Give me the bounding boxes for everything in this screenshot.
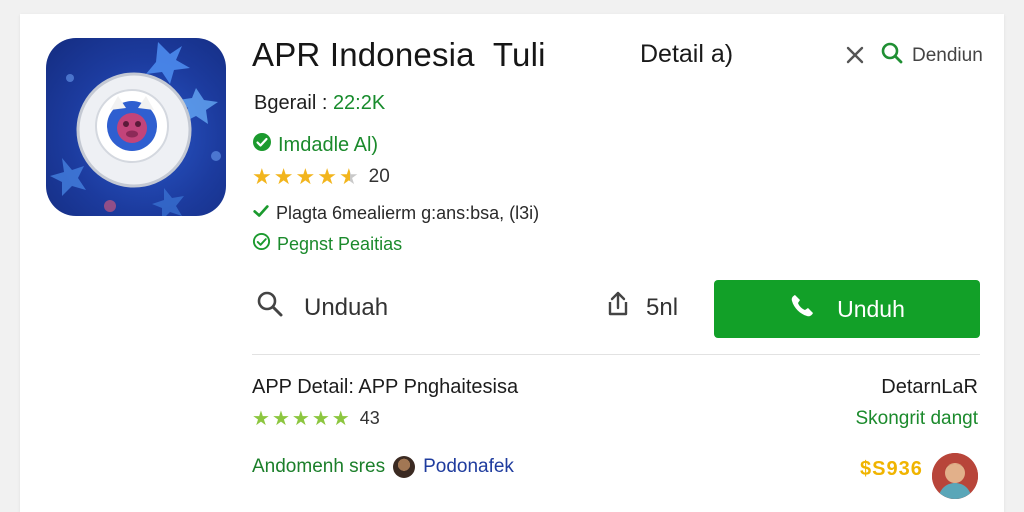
avatar[interactable]: [932, 453, 978, 499]
star-icon: ★: [291, 407, 310, 430]
privacy-info: Plagta 6mealierm g:ans:bsa, (l3i): [252, 202, 539, 225]
star-icon: ★: [295, 164, 316, 189]
share-label: 5nl: [646, 293, 679, 321]
verify-info: Pegnst Peaitias: [252, 232, 402, 256]
details-heading: APP Detail: APP Pnghaitesisa: [252, 376, 519, 398]
star-icon: ★: [252, 407, 270, 430]
developer-primary[interactable]: Andomenh sres: [252, 456, 385, 478]
install-label: Unduh: [837, 295, 905, 322]
search-button[interactable]: Dendiun: [880, 41, 983, 70]
search-action-button[interactable]: Unduah: [256, 290, 388, 325]
share-icon: [604, 290, 632, 325]
app-detail-card: APR Indonesia Tuli Detail a) Dendiun Bge…: [20, 14, 1004, 512]
details-rating-count: 43: [359, 408, 380, 428]
star-icon: ★: [252, 164, 272, 189]
downloads-info: Bgerail : 22:2K: [254, 92, 385, 115]
detail-link[interactable]: Detail a): [640, 40, 733, 69]
developer-secondary[interactable]: Podonafek: [423, 456, 514, 478]
search-action-label: Unduah: [304, 293, 389, 321]
rating-row: ★ ★ ★ ★ ★ 20: [252, 166, 390, 188]
avatar: [393, 456, 416, 478]
star-half-icon: ★: [338, 164, 359, 189]
install-button[interactable]: Unduh: [714, 280, 980, 338]
check-circle-icon: [252, 132, 272, 158]
close-icon[interactable]: [844, 44, 866, 66]
star-icon: ★: [273, 164, 294, 189]
star-icon: ★: [317, 164, 337, 189]
app-title: APR Indonesia Tuli: [252, 36, 546, 73]
downloads-value: 22:2K: [332, 92, 386, 114]
privacy-text: Plagta 6mealierm g:ans:bsa, (l3i): [276, 203, 540, 223]
search-icon: [256, 290, 284, 325]
search-icon: [880, 41, 904, 70]
rating-count: 20: [368, 166, 390, 187]
downloads-label: Bgerail :: [254, 92, 328, 114]
developer-row: Andomenh sres Podonafek: [252, 456, 514, 478]
installed-text: Imdadle Al): [278, 133, 379, 156]
details-rating-row: ★ ★ ★ ★ ★ 43: [252, 408, 380, 429]
star-icon: ★: [311, 407, 330, 430]
checkmark-icon: [252, 202, 270, 225]
phone-icon: [789, 293, 815, 325]
price-label: $S936: [860, 458, 923, 480]
verify-text: Pegnst Peaitias: [277, 233, 403, 254]
search-label: Dendiun: [912, 44, 983, 66]
section-divider: [252, 354, 980, 355]
installed-status: Imdadle Al): [252, 132, 378, 158]
star-icon: ★: [331, 407, 350, 430]
star-icon: ★: [271, 407, 290, 430]
share-button[interactable]: 5nl: [604, 290, 678, 325]
details-link[interactable]: DetarnLaR: [881, 376, 978, 399]
app-logo-icon: [46, 38, 226, 216]
details-sub-link[interactable]: Skongrit dangt: [855, 408, 978, 430]
check-circle-icon: [252, 232, 271, 256]
